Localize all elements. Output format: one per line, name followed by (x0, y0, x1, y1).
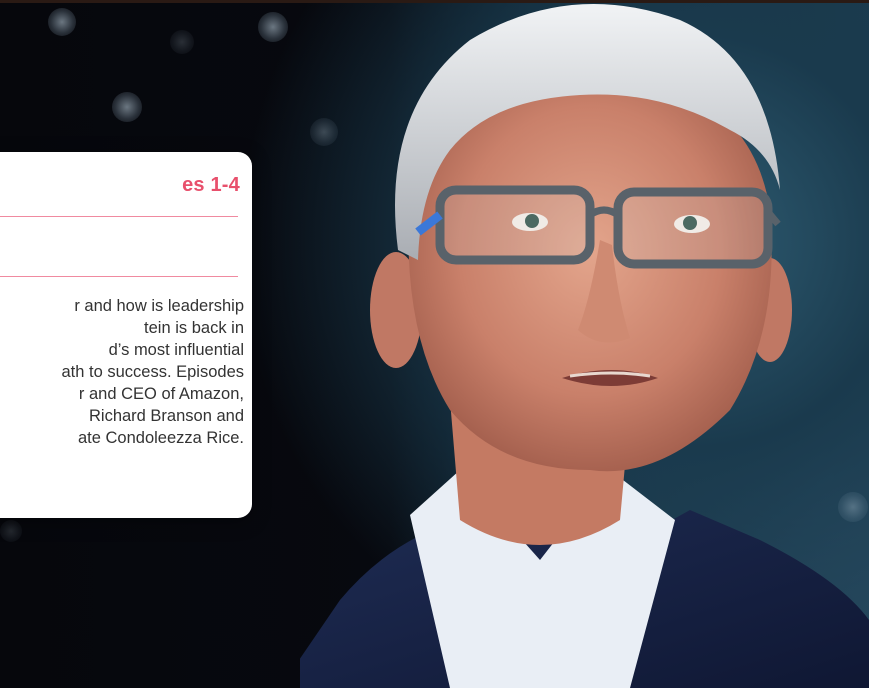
bokeh-light (258, 12, 288, 42)
speaker-portrait (300, 4, 869, 688)
description-line: r and how is leadership (74, 297, 244, 315)
description-line: Richard Branson and (88, 407, 244, 425)
card-divider (0, 276, 238, 277)
description-line: r and CEO of Amazon, (78, 385, 244, 403)
bokeh-light (170, 30, 194, 54)
episode-info-card: es 1-4 r and how is leadership tein is b… (0, 152, 252, 518)
card-title: es 1-4 (182, 174, 240, 196)
card-description: r and how is leadership tein is back in … (0, 295, 244, 449)
bokeh-light (0, 520, 22, 542)
bokeh-light (112, 92, 142, 122)
card-divider (0, 216, 238, 217)
description-line: ath to success. Episodes (61, 363, 244, 381)
description-line: d’s most influential (108, 341, 244, 359)
description-line: tein is back in (144, 319, 244, 337)
description-line: ate Condoleezza Rice. (77, 429, 244, 447)
bokeh-light (48, 8, 76, 36)
